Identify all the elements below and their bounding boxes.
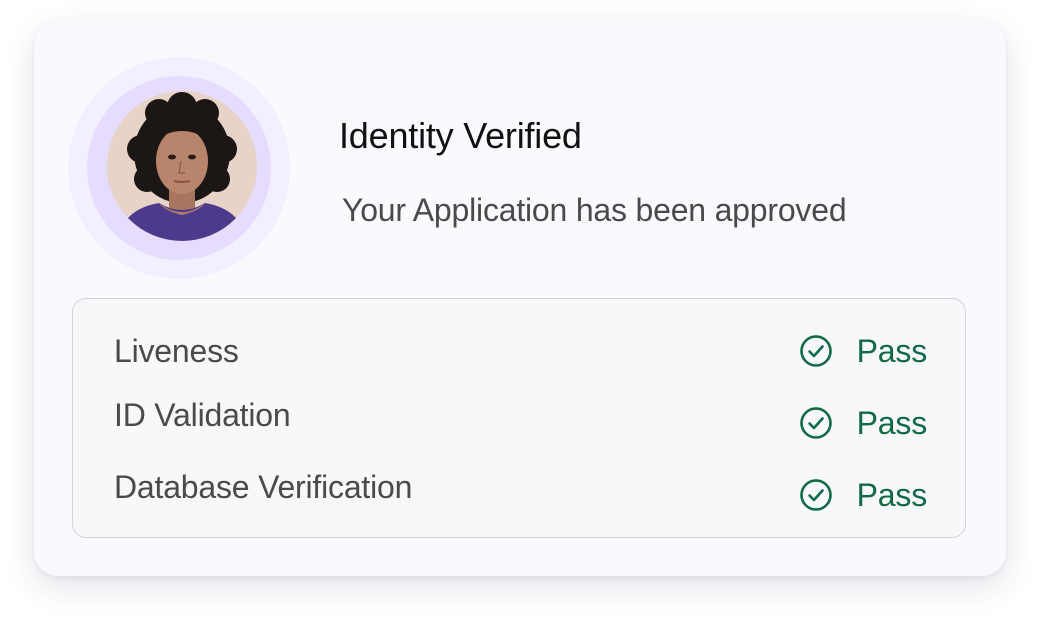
check-circle-icon xyxy=(799,478,833,512)
check-circle-icon xyxy=(799,334,833,368)
check-row-liveness: Liveness Pass xyxy=(73,329,965,373)
check-status: Pass xyxy=(799,401,927,445)
verification-checks-panel: Liveness Pass ID Validation Pass Databas… xyxy=(72,298,966,538)
identity-verified-card: Identity Verified Your Application has b… xyxy=(34,22,1006,576)
check-label: ID Validation xyxy=(114,397,291,433)
check-label: Liveness xyxy=(114,333,239,369)
avatar xyxy=(107,91,257,241)
page-subtitle: Your Application has been approved xyxy=(342,192,847,228)
check-label: Database Verification xyxy=(114,469,413,505)
check-row-id-validation: ID Validation Pass xyxy=(73,397,965,441)
user-photo xyxy=(107,91,257,241)
status-pass: Pass xyxy=(856,477,928,513)
check-row-database-verification: Database Verification Pass xyxy=(73,469,965,513)
check-status: Pass xyxy=(799,329,927,373)
status-pass: Pass xyxy=(856,405,928,441)
page-title: Identity Verified xyxy=(339,115,582,156)
check-circle-icon xyxy=(799,406,833,440)
status-pass: Pass xyxy=(856,333,928,369)
check-status: Pass xyxy=(799,473,927,517)
